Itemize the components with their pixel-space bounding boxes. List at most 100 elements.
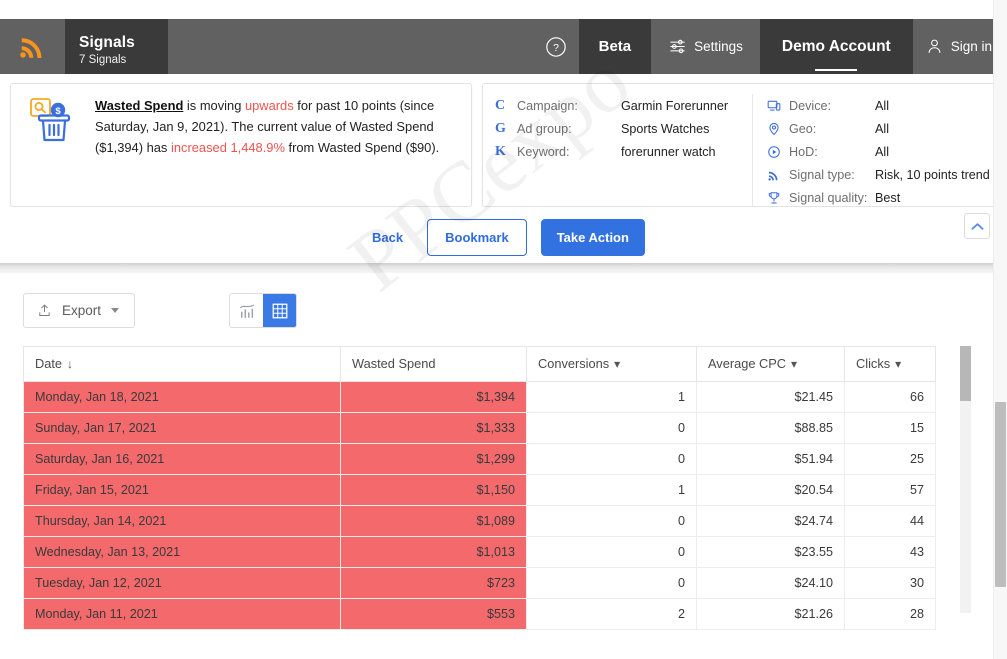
cell-conversions: 2 bbox=[526, 598, 697, 630]
cell-conversions: 1 bbox=[526, 381, 697, 413]
signal-meta-card: C Campaign: Garmin Forerunner G Ad group… bbox=[482, 83, 997, 207]
wasted-spend-search-trash-icon: $ bbox=[30, 98, 71, 142]
col-header-wasted-spend[interactable]: Wasted Spend bbox=[340, 346, 527, 382]
cell-conversions: 0 bbox=[526, 567, 697, 599]
col-header-clicks-label: Clicks bbox=[856, 356, 891, 371]
signals-tab-title: Signals bbox=[79, 33, 135, 51]
cell-clicks: 25 bbox=[844, 443, 936, 475]
app-logo[interactable] bbox=[0, 19, 65, 74]
app-header: Signals 7 Signals ? Beta Settings Demo A… bbox=[0, 19, 1007, 74]
table-body: Monday, Jan 18, 2021 $1,394 1 $21.45 66 Sunda… bbox=[23, 381, 936, 630]
hod-label: HoD: bbox=[789, 144, 818, 159]
cell-conversions: 1 bbox=[526, 474, 697, 506]
demo-account-button[interactable]: Demo Account bbox=[759, 19, 913, 74]
cell-wasted-spend: $1,299 bbox=[340, 443, 527, 475]
col-header-conversions[interactable]: Conversions ▾ bbox=[526, 346, 697, 382]
device-label: Device: bbox=[789, 98, 831, 113]
chevron-down-icon: ▾ bbox=[791, 357, 798, 371]
adgroup-label: Ad group: bbox=[517, 121, 572, 136]
col-header-date[interactable]: Date ↓ bbox=[23, 346, 341, 382]
signal-type-icon bbox=[768, 171, 778, 181]
table-scrollbar-thumb[interactable] bbox=[960, 346, 971, 401]
geo-pin-icon bbox=[769, 122, 779, 135]
bookmark-button[interactable]: Bookmark bbox=[427, 218, 527, 256]
cell-conversions: 0 bbox=[526, 412, 697, 444]
table-header-row: Date ↓ Wasted Spend Conversions ▾ Average … bbox=[23, 346, 936, 382]
sign-in-label: Sign in bbox=[950, 39, 992, 54]
col-header-conversions-label: Conversions bbox=[538, 356, 610, 371]
help-button[interactable]: ? bbox=[532, 19, 579, 74]
cell-clicks: 15 bbox=[844, 412, 936, 444]
sort-arrow-icon: ↓ bbox=[67, 357, 74, 371]
cell-average-cpc: $21.26 bbox=[696, 598, 845, 630]
table-row[interactable]: Wednesday, Jan 13, 2021 $1,013 0 $23.55 43 bbox=[23, 536, 936, 568]
keyword-label: Keyword: bbox=[517, 144, 570, 159]
info-zone: $ Wasted Spend is moving upwards for pas… bbox=[0, 74, 1007, 207]
cell-average-cpc: $21.45 bbox=[696, 381, 845, 413]
cell-conversions: 0 bbox=[526, 536, 697, 568]
signal-quality-value: Best bbox=[875, 190, 901, 205]
col-header-average-cpc-label: Average CPC bbox=[708, 356, 787, 371]
signal-type-value: Risk, 10 points trend bbox=[875, 167, 990, 182]
meta-row-geo: Geo: All bbox=[767, 117, 996, 140]
summary-metric-name: Wasted Spend bbox=[95, 98, 184, 113]
table-row[interactable]: Saturday, Jan 16, 2021 $1,299 0 $51.94 25 bbox=[23, 443, 936, 475]
settings-label: Settings bbox=[694, 39, 743, 54]
col-header-average-cpc[interactable]: Average CPC ▾ bbox=[696, 346, 845, 382]
tab-signals[interactable]: Signals 7 Signals bbox=[65, 19, 168, 74]
cell-clicks: 57 bbox=[844, 474, 936, 506]
svg-text:?: ? bbox=[553, 42, 559, 54]
app-page: Signals 7 Signals ? Beta Settings Demo A… bbox=[0, 0, 1007, 659]
beta-label: Beta bbox=[598, 38, 632, 55]
take-action-button[interactable]: Take Action bbox=[540, 218, 645, 256]
table-row[interactable]: Tuesday, Jan 12, 2021 $723 0 $24.10 30 bbox=[23, 567, 936, 599]
export-label: Export bbox=[62, 303, 102, 318]
beta-button[interactable]: Beta bbox=[578, 19, 652, 74]
export-button[interactable]: Export bbox=[23, 293, 136, 328]
active-tab-underline bbox=[815, 68, 858, 71]
cell-wasted-spend: $1,150 bbox=[340, 474, 527, 506]
campaign-label: Campaign: bbox=[517, 98, 578, 113]
cell-average-cpc: $23.55 bbox=[696, 536, 845, 568]
cell-wasted-spend: $1,333 bbox=[340, 412, 527, 444]
cell-clicks: 28 bbox=[844, 598, 936, 630]
device-value: All bbox=[875, 98, 889, 113]
cell-wasted-spend: $1,089 bbox=[340, 505, 527, 537]
chevron-down-icon: ▾ bbox=[895, 357, 902, 371]
settings-button[interactable]: Settings bbox=[651, 19, 760, 74]
device-icon bbox=[767, 100, 781, 111]
table-row[interactable]: Thursday, Jan 14, 2021 $1,089 0 $24.74 44 bbox=[23, 505, 936, 537]
cell-clicks: 43 bbox=[844, 536, 936, 568]
summary-direction: upwards bbox=[244, 98, 294, 113]
bar-chart-icon bbox=[239, 303, 254, 318]
keyword-value: forerunner watch bbox=[621, 144, 716, 159]
action-bar: Back Bookmark Take Action bbox=[0, 207, 1007, 263]
page-scrollbar-thumb[interactable] bbox=[995, 402, 1006, 587]
signal-summary-text: Wasted Spend is moving upwards for past … bbox=[95, 95, 459, 195]
cell-average-cpc: $24.74 bbox=[696, 505, 845, 537]
geo-label: Geo: bbox=[789, 121, 817, 136]
signal-type-label: Signal type: bbox=[789, 167, 855, 182]
chevron-up-icon bbox=[971, 222, 983, 230]
section-divider bbox=[0, 263, 1007, 273]
meta-row-adgroup: G Ad group: Sports Watches bbox=[495, 117, 752, 140]
cell-date: Thursday, Jan 14, 2021 bbox=[23, 505, 341, 537]
table-row[interactable]: Friday, Jan 15, 2021 $1,150 1 $20.54 57 bbox=[23, 474, 936, 506]
table-row[interactable]: Monday, Jan 18, 2021 $1,394 1 $21.45 66 bbox=[23, 381, 936, 413]
adgroup-value: Sports Watches bbox=[621, 121, 710, 136]
table-row[interactable]: Sunday, Jan 17, 2021 $1,333 0 $88.85 15 bbox=[23, 412, 936, 444]
geo-value: All bbox=[875, 121, 889, 136]
cell-date: Wednesday, Jan 13, 2021 bbox=[23, 536, 341, 568]
signal-quality-label: Signal quality: bbox=[789, 190, 868, 205]
signals-data-table: Date ↓ Wasted Spend Conversions ▾ Average … bbox=[23, 346, 936, 630]
cell-date: Tuesday, Jan 12, 2021 bbox=[23, 567, 341, 599]
collapse-panel-button[interactable] bbox=[964, 213, 990, 239]
table-row[interactable]: Monday, Jan 11, 2021 $553 2 $21.26 28 bbox=[23, 598, 936, 630]
table-view-button[interactable] bbox=[263, 294, 297, 327]
meta-row-device: Device: All bbox=[767, 94, 996, 117]
back-button[interactable]: Back bbox=[362, 222, 413, 253]
col-header-clicks[interactable]: Clicks ▾ bbox=[844, 346, 936, 382]
cell-average-cpc: $24.10 bbox=[696, 567, 845, 599]
table-section: Export Date ↓ Wasted Spend Conversions ▾… bbox=[0, 273, 1007, 653]
chart-view-button[interactable] bbox=[230, 294, 264, 327]
